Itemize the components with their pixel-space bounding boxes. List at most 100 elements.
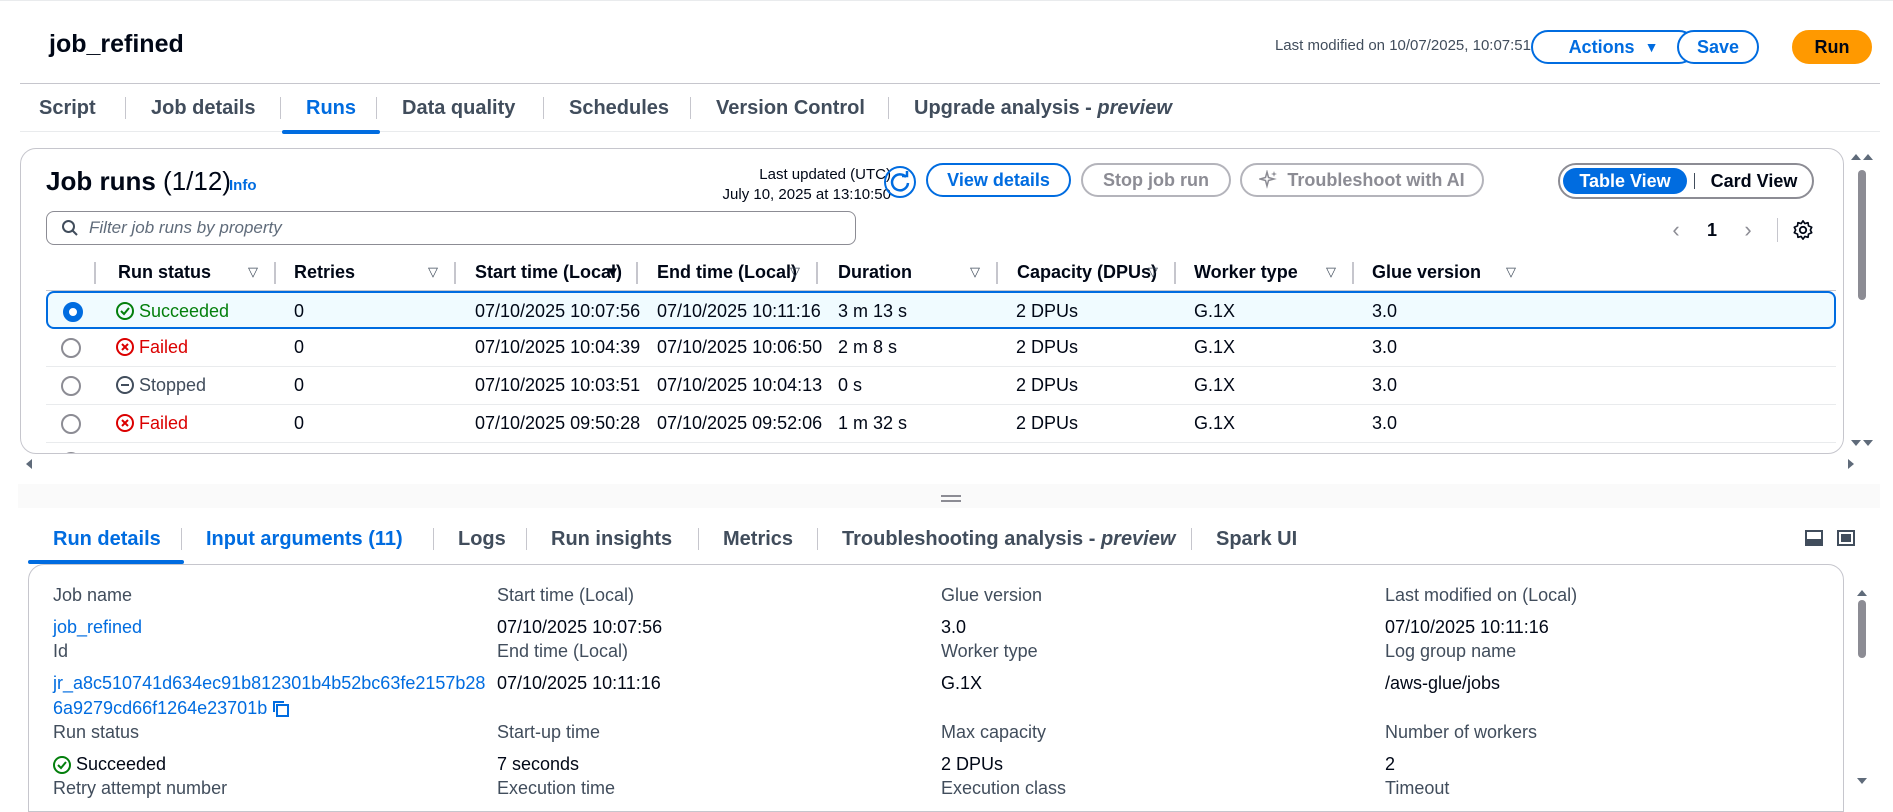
start-time-field: Start time (Local) 07/10/2025 10:07:56 (497, 585, 662, 640)
tab-label: Upgrade analysis - (914, 96, 1098, 119)
end-time-field: End time (Local) 07/10/2025 10:11:16 (497, 641, 661, 696)
job-name-field: Job name job_refined (53, 585, 142, 640)
tab-upgrade-analysis[interactable]: Upgrade analysis - preview (888, 85, 1198, 131)
actions-dropdown-button[interactable]: Actions ▼ (1531, 30, 1696, 64)
sort-icon: ▽ (1326, 264, 1336, 279)
field-value: 07/10/2025 10:11:16 (1385, 617, 1549, 637)
pagination: ‹ 1 › (1661, 215, 1843, 245)
tab-run-details[interactable]: Run details (28, 518, 186, 564)
field-label: Start time (Local) (497, 585, 635, 605)
start-time-cell: 07/10/2025 10:07:56 (475, 300, 641, 321)
column-run-status[interactable]: Run status ▽ (96, 253, 276, 291)
number-of-workers-field: Number of workers 2 (1385, 722, 1537, 777)
tab-job-details[interactable]: Job details (125, 85, 281, 131)
table-row-partial[interactable] (46, 443, 1836, 453)
column-retries[interactable]: Retries ▽ (276, 253, 456, 291)
page-number[interactable]: 1 (1691, 220, 1733, 241)
field-label: Glue version (941, 585, 1043, 605)
field-label: Retry attempt number (53, 778, 228, 798)
tab-label: Run details (53, 527, 161, 550)
glue-version-cell: 3.0 (1372, 412, 1398, 433)
chevron-right-icon[interactable]: › (1733, 217, 1763, 243)
field-value: 3.0 (941, 617, 967, 637)
filter-input[interactable] (87, 217, 827, 239)
table-view-toggle[interactable]: Table View (1563, 168, 1687, 194)
capacity-cell: 2 DPUs (1016, 412, 1079, 433)
filter-box (46, 211, 856, 245)
end-time-cell: 07/10/2025 09:52:06 (657, 412, 823, 433)
glue-version-cell: 3.0 (1372, 300, 1398, 321)
tab-schedules[interactable]: Schedules (543, 85, 695, 131)
tab-metrics[interactable]: Metrics (698, 518, 818, 560)
sort-descending-icon: ▼ (605, 263, 620, 281)
details-vertical-scrollbar[interactable] (1847, 580, 1877, 790)
row-radio[interactable] (61, 338, 81, 358)
save-button[interactable]: Save (1677, 30, 1759, 64)
last-modified-field: Last modified on (Local) 07/10/2025 10:1… (1385, 585, 1577, 640)
column-duration[interactable]: Duration ▽ (818, 253, 998, 291)
retry-attempt-field: Retry attempt number (53, 778, 227, 808)
column-start-time[interactable]: Start time (Local) ▼ (456, 253, 638, 291)
tab-runs[interactable]: Runs (280, 85, 382, 134)
tab-run-insights[interactable]: Run insights (526, 518, 697, 560)
resize-handle-icon[interactable] (941, 494, 961, 504)
table-row[interactable]: Succeeded 0 07/10/2025 10:07:56 07/10/20… (46, 291, 1836, 329)
log-group-field: Log group name /aws-glue/jobs (1385, 641, 1516, 696)
table-row[interactable]: Failed 0 07/10/2025 09:50:28 07/10/2025 … (46, 405, 1836, 443)
column-capacity[interactable]: Capacity (DPUs) ▽ (998, 253, 1176, 291)
settings-gear-icon[interactable] (1792, 219, 1814, 241)
tab-label: Troubleshooting analysis - (842, 527, 1101, 550)
runs-vertical-scrollbar[interactable] (1847, 150, 1877, 450)
tab-troubleshooting-analysis[interactable]: Troubleshooting analysis - preview (817, 518, 1200, 560)
run-status-cell: Failed (116, 329, 188, 365)
row-radio[interactable] (61, 414, 81, 434)
copy-icon[interactable] (271, 699, 291, 719)
last-updated-label: Last updated (UTC) (759, 166, 891, 183)
actions-label: Actions (1568, 36, 1635, 57)
table-row[interactable]: Failed 0 07/10/2025 10:04:39 07/10/2025 … (46, 329, 1836, 367)
tab-spark-ui[interactable]: Spark UI (1191, 518, 1322, 560)
tab-logs[interactable]: Logs (433, 518, 531, 560)
run-id-link[interactable]: jr_a8c510741d634ec91b812301b4b52bc63fe21… (53, 671, 485, 696)
tab-label: Run insights (551, 527, 673, 550)
preview-label: preview (1100, 527, 1176, 550)
field-value: /aws-glue/jobs (1385, 673, 1501, 693)
row-radio[interactable] (61, 376, 81, 396)
capacity-cell: 2 DPUs (1016, 300, 1079, 321)
retries-cell: 0 (294, 300, 305, 321)
glue-version-cell: 3.0 (1372, 336, 1398, 357)
field-label: Run status (53, 722, 140, 742)
tab-input-arguments[interactable]: Input arguments (11) (181, 518, 428, 560)
maximize-panel-icon[interactable] (1836, 528, 1856, 548)
minimize-panel-icon[interactable] (1804, 528, 1824, 548)
job-name-link[interactable]: job_refined (53, 615, 142, 640)
worker-type-cell: G.1X (1194, 336, 1236, 357)
run-button[interactable]: Run (1792, 30, 1872, 64)
tab-label: Version Control (716, 96, 865, 119)
troubleshoot-ai-button[interactable]: Troubleshoot with AI (1240, 163, 1484, 197)
card-view-toggle[interactable]: Card View (1700, 168, 1808, 194)
column-end-time[interactable]: End time (Local) ▽ (638, 253, 818, 291)
column-glue-version[interactable]: Glue version ▽ (1354, 253, 1534, 291)
tab-script[interactable]: Script (13, 85, 122, 131)
tab-version-control[interactable]: Version Control (690, 85, 891, 131)
tab-label: Job details (151, 96, 256, 119)
column-worker-type[interactable]: Worker type ▽ (1176, 253, 1354, 291)
field-value: 7 seconds (497, 754, 580, 774)
table-row[interactable]: Stopped 0 07/10/2025 10:03:51 07/10/2025… (46, 367, 1836, 405)
run-id-link-cont[interactable]: 6a9279cd66f1264e23701b (53, 696, 485, 721)
tab-data-quality[interactable]: Data quality (376, 85, 541, 131)
view-details-button[interactable]: View details (926, 163, 1071, 197)
run-status-cell: Stopped (116, 367, 206, 403)
row-radio[interactable] (63, 302, 83, 322)
row-radio[interactable] (61, 452, 81, 453)
info-link[interactable]: Info (229, 177, 257, 194)
field-label: Worker type (941, 641, 1038, 661)
field-value: 07/10/2025 10:07:56 (497, 617, 663, 637)
runs-horizontal-scrollbar[interactable] (22, 456, 1858, 472)
tab-label: Logs (458, 527, 506, 550)
start-time-cell: 07/10/2025 10:03:51 (475, 374, 641, 395)
refresh-icon[interactable] (883, 165, 917, 199)
stop-job-run-button[interactable]: Stop job run (1081, 163, 1231, 197)
chevron-left-icon[interactable]: ‹ (1661, 217, 1691, 243)
